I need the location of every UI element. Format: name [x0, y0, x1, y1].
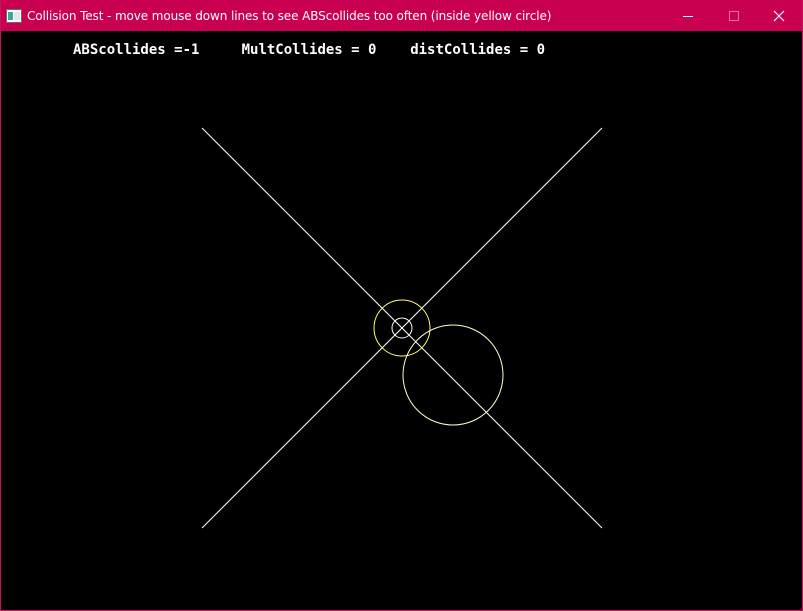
cursor-circle — [402, 324, 504, 426]
abs-value: -1 — [182, 42, 200, 58]
mult-label: MultCollides = — [241, 42, 369, 58]
dist-label: distCollides = — [410, 42, 537, 58]
app-icon[interactable] — [6, 8, 22, 24]
close-button[interactable] — [756, 0, 802, 31]
window-title: Collision Test - move mouse down lines t… — [27, 8, 552, 23]
abs-label: ABScollides = — [73, 42, 183, 58]
minimize-button[interactable] — [665, 0, 711, 31]
collision-canvas[interactable] — [1, 31, 802, 610]
title-bar[interactable]: Collision Test - move mouse down lines t… — [1, 0, 802, 31]
dist-value: 0 — [536, 42, 546, 58]
maximize-icon — [729, 10, 739, 21]
close-icon — [773, 10, 785, 21]
collision-status: ABScollides =-1 MultCollides = 0 distCol… — [73, 42, 545, 58]
app-window: Collision Test - move mouse down lines t… — [0, 0, 803, 611]
client-area[interactable]: ABScollides =-1 MultCollides = 0 distCol… — [1, 31, 802, 610]
minimize-icon — [683, 15, 693, 17]
maximize-button[interactable] — [711, 0, 757, 31]
